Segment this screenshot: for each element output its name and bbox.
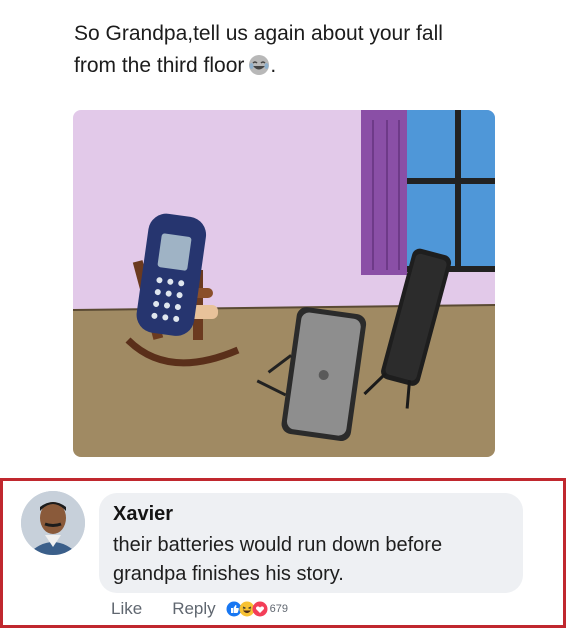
laughing-tears-icon [248, 54, 270, 76]
post-caption-line-1: So Grandpa,tell us again about your fall [74, 22, 443, 45]
avatar[interactable] [21, 491, 85, 555]
reaction-summary[interactable]: 679 [226, 601, 288, 617]
comment-text-line-1: their batteries would run down before [113, 534, 443, 556]
post-caption-suffix: . [270, 54, 277, 77]
comment-author[interactable]: Xavier [113, 503, 173, 526]
reaction-count: 679 [269, 603, 289, 615]
post-caption-line-2: from the third floor. [74, 50, 544, 82]
post-caption: So Grandpa,tell us again about your fall… [74, 18, 544, 82]
comment-bubble: Xavier their batteries would run down be… [99, 493, 523, 593]
comment-text: their batteries would run down before gr… [113, 531, 513, 589]
reply-button[interactable]: Reply [172, 599, 215, 619]
highlighted-comment: Xavier their batteries would run down be… [0, 478, 566, 628]
comment-actions: Like Reply 679 [111, 597, 288, 621]
love-reaction-icon [252, 601, 268, 617]
cartoon-phones-image[interactable] [73, 110, 495, 457]
comment-text-line-2: grandpa finishes his story. [113, 563, 344, 585]
like-button[interactable]: Like [111, 599, 142, 619]
post-caption-line-2-text: from the third floor [74, 54, 245, 77]
